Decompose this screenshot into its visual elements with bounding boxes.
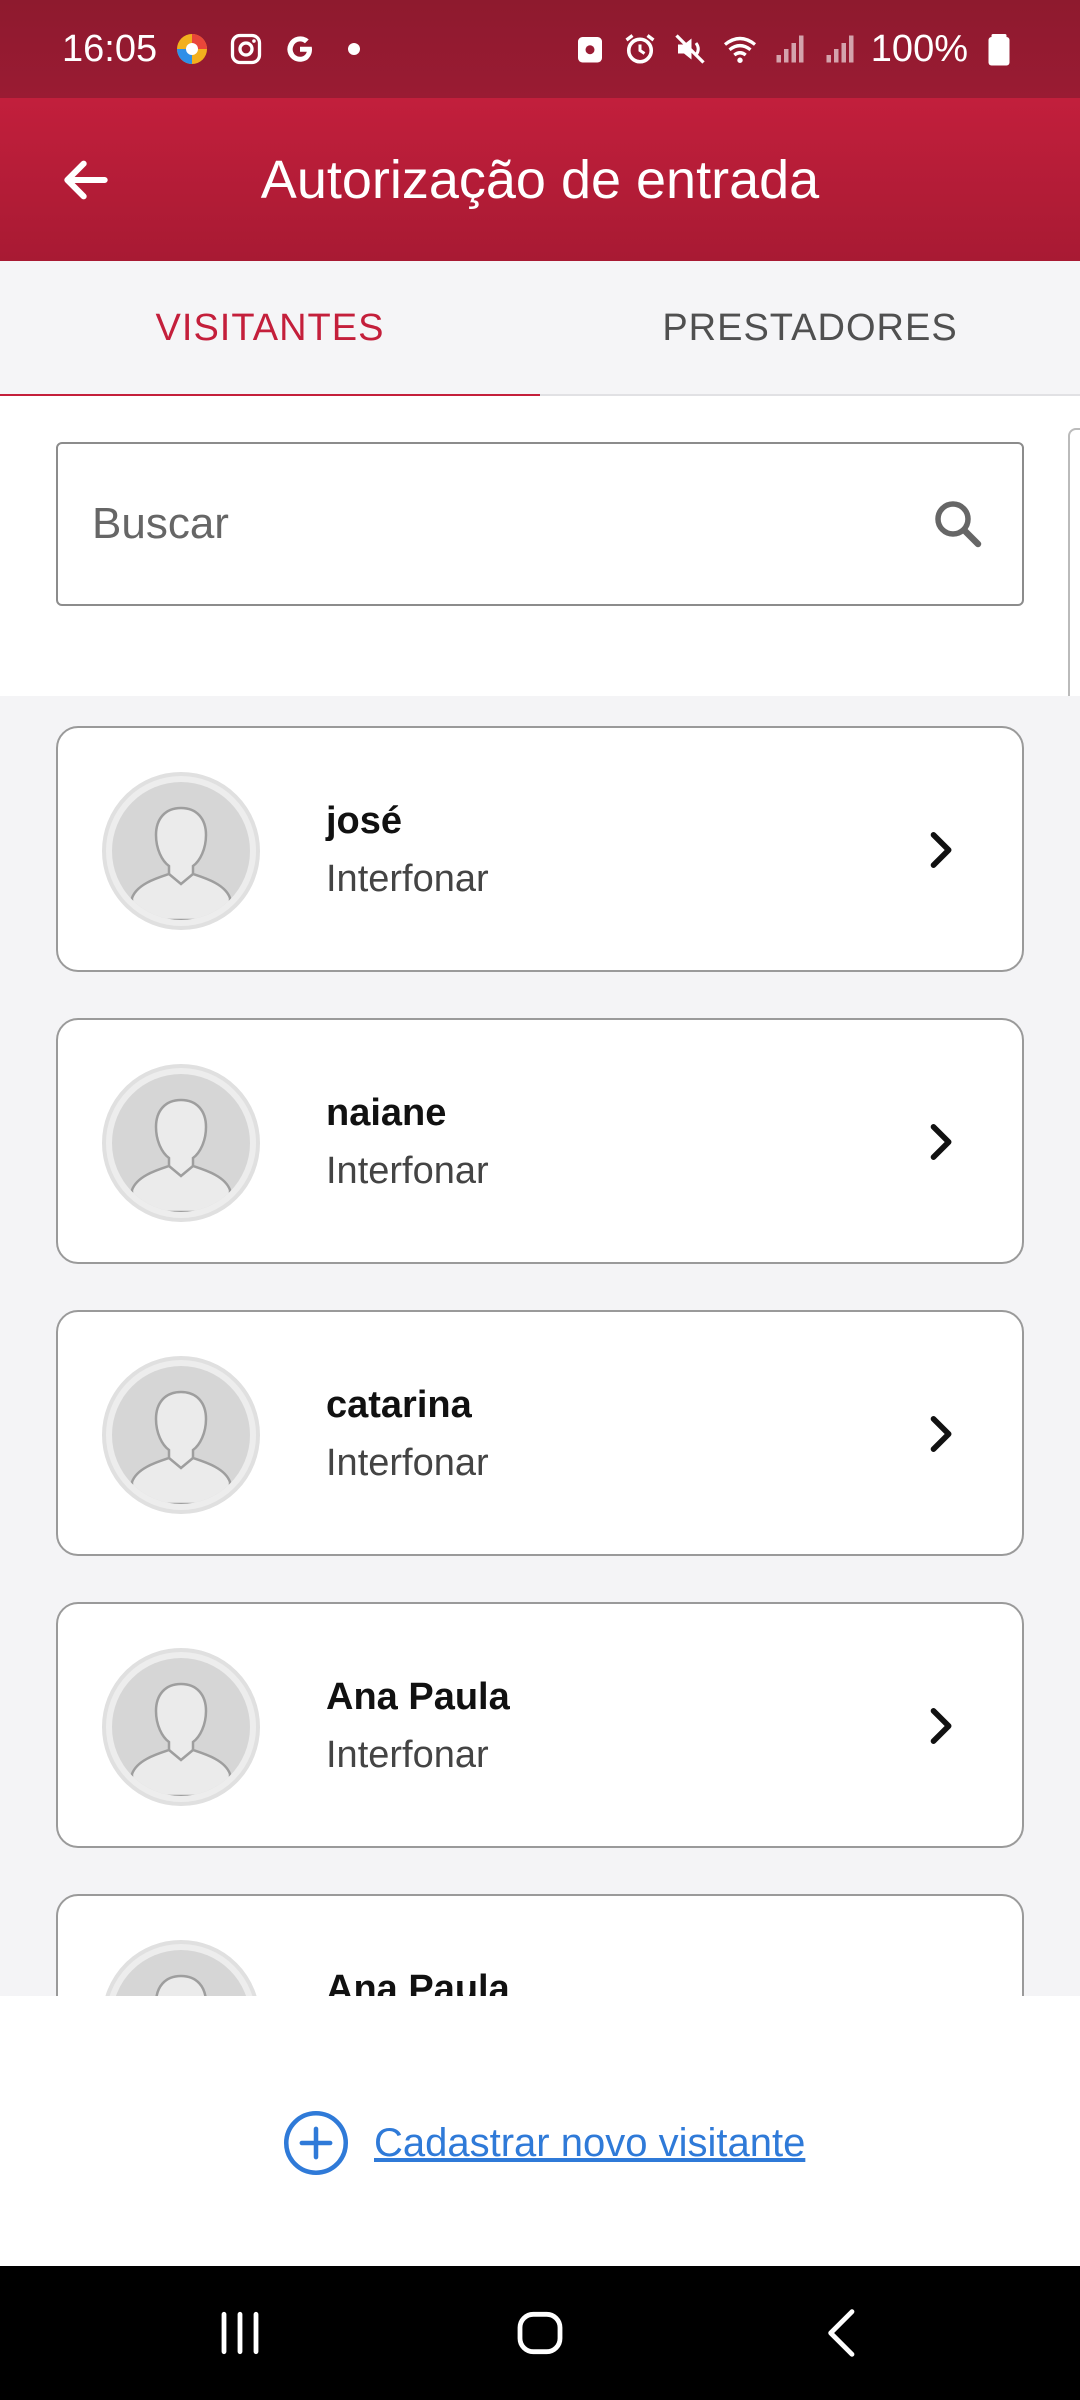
visitor-card[interactable]: josé Interfonar [56,726,1024,972]
visitor-name: Ana Paula [326,1968,510,1996]
browser-app-icon [173,30,211,68]
chevron-right-icon [930,832,952,868]
signal-icon [771,30,809,68]
tab-visitantes[interactable]: VISITANTES [0,261,540,398]
search-icon[interactable] [928,494,988,554]
visitor-action: Interfonar [326,1150,489,1192]
visitor-name: josé [326,800,403,842]
visitor-action: Interfonar [326,1734,489,1776]
visitor-name: Ana Paula [326,1676,510,1718]
plus-circle-icon [283,2110,349,2176]
chevron-right-icon [914,1992,966,1996]
visitor-card[interactable]: catarina Interfonar [56,1310,1024,1556]
tab-prestadores[interactable]: PRESTADORES [540,261,1080,396]
person-placeholder-icon [112,1366,250,1504]
visitor-action: Interfonar [326,858,489,900]
avatar [102,1648,260,1806]
search-section [0,396,1080,696]
status-time: 16:05 [62,27,158,70]
system-nav-bar [0,2266,1080,2400]
search-input[interactable] [92,499,928,549]
chevron-right-icon [930,1124,952,1160]
add-visitor-label: Cadastrar novo visitante [374,2120,806,2165]
chevron-left-icon [828,2309,855,2357]
add-visitor-link[interactable]: Cadastrar novo visitante [282,2109,805,2177]
signal-icon [821,30,859,68]
visitor-name: catarina [326,1384,472,1426]
google-icon [281,30,319,68]
person-placeholder-icon [112,782,250,920]
search-field[interactable] [56,442,1024,606]
person-placeholder-icon [112,1074,250,1212]
app-bar: Autorização de entrada [0,98,1080,261]
visitor-card[interactable]: naiane Interfonar [56,1018,1024,1264]
footer-section: Cadastrar novo visitante [0,2026,1080,2266]
avatar [102,1940,260,1996]
avatar [102,1064,260,1222]
back-nav-button[interactable] [804,2296,884,2370]
status-bar: 16:05 100% [0,0,1080,98]
visitor-card[interactable]: Ana Paula [56,1894,1024,1996]
lock-icon [571,30,609,68]
wifi-icon [721,30,759,68]
visitor-action: Interfonar [326,1442,489,1484]
visitor-list: josé Interfonar naiane Interfonar catari… [0,696,1080,1996]
avatar [102,772,260,930]
battery-level: 100% [870,27,968,70]
dot-icon [335,30,373,68]
chevron-right-icon [930,1416,952,1452]
battery-icon [980,30,1018,68]
mute-icon [671,30,709,68]
home-icon [517,2311,563,2355]
tab-bar: VISITANTES PRESTADORES [0,261,1080,398]
home-button[interactable] [500,2296,580,2370]
avatar [102,1356,260,1514]
page-title: Autorização de entrada [260,149,820,210]
alarm-icon [621,30,659,68]
recents-icon [221,2311,259,2355]
person-placeholder-icon [112,1950,250,1996]
visitor-card[interactable]: Ana Paula Interfonar [56,1602,1024,1848]
person-placeholder-icon [112,1658,250,1796]
chevron-right-icon [930,1708,952,1744]
instagram-icon [227,30,265,68]
visitor-name: naiane [326,1092,447,1134]
recent-apps-button[interactable] [200,2296,280,2370]
